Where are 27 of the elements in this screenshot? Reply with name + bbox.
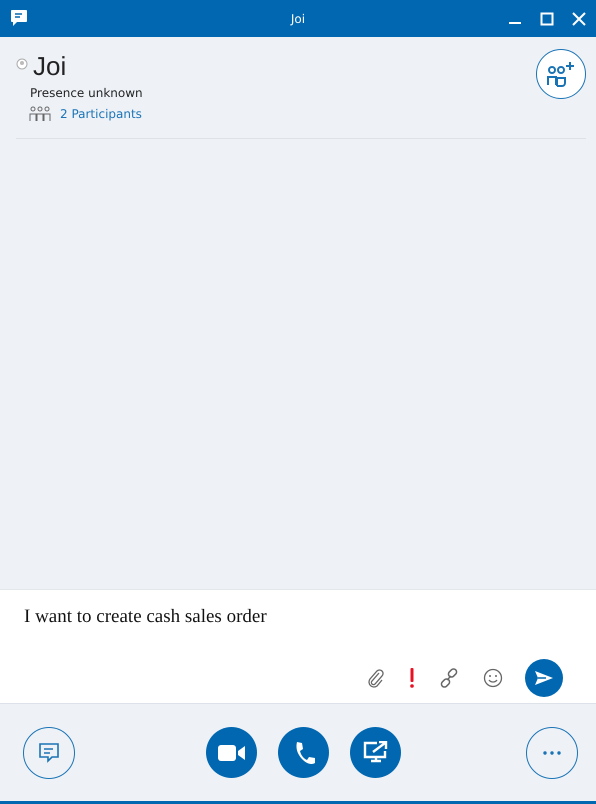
chat-icon bbox=[10, 8, 28, 26]
call-button[interactable] bbox=[278, 727, 329, 778]
im-button[interactable] bbox=[23, 726, 75, 778]
video-camera-icon bbox=[218, 744, 246, 762]
video-button[interactable] bbox=[206, 727, 257, 778]
contact-name: Joi bbox=[33, 51, 66, 81]
presence-icon bbox=[16, 58, 28, 70]
add-people-icon bbox=[546, 60, 576, 88]
close-icon[interactable] bbox=[572, 12, 586, 26]
paperclip-icon[interactable] bbox=[367, 668, 385, 688]
maximize-icon[interactable] bbox=[540, 12, 554, 26]
link-icon[interactable] bbox=[439, 668, 459, 688]
send-icon bbox=[534, 670, 554, 686]
message-field[interactable]: I want to create cash sales order bbox=[0, 589, 596, 659]
participants-icon bbox=[29, 106, 51, 122]
participants-link[interactable]: 2 Participants bbox=[60, 107, 142, 121]
more-icon bbox=[543, 750, 561, 754]
monitor-share-icon bbox=[362, 740, 388, 764]
importance-icon[interactable] bbox=[409, 668, 415, 688]
emoji-icon[interactable] bbox=[483, 668, 503, 688]
chat-icon bbox=[37, 740, 61, 764]
share-screen-button[interactable] bbox=[350, 727, 401, 778]
window-title: Joi bbox=[290, 12, 306, 26]
presence-status: Presence unknown bbox=[30, 86, 143, 100]
more-options-button[interactable] bbox=[526, 726, 578, 778]
add-people-button[interactable] bbox=[536, 49, 586, 99]
send-button[interactable] bbox=[525, 659, 563, 697]
